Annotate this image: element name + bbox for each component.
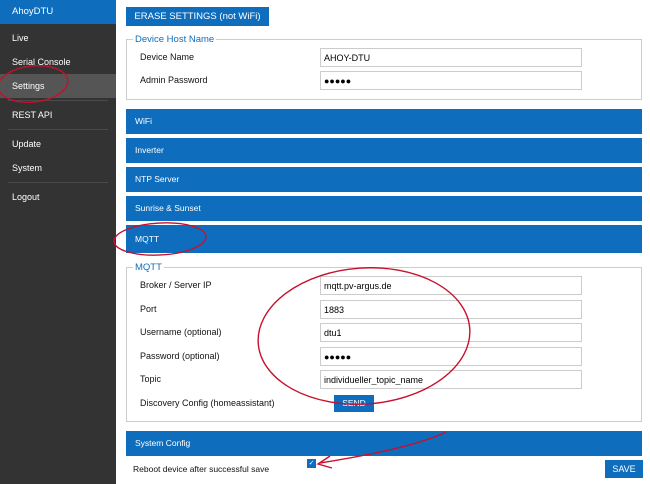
sidebar-divider: [8, 100, 108, 101]
mqtt-username-input[interactable]: [320, 323, 582, 342]
mqtt-password-label: Password (optional): [140, 351, 220, 361]
section-inverter[interactable]: Inverter: [126, 138, 642, 163]
mqtt-port-label: Port: [140, 304, 157, 314]
section-system-config[interactable]: System Config: [126, 431, 642, 456]
mqtt-username-label: Username (optional): [140, 327, 222, 337]
sidebar-item-system[interactable]: System: [0, 156, 116, 180]
mqtt-topic-input[interactable]: [320, 370, 582, 389]
erase-settings-button[interactable]: ERASE SETTINGS (not WiFi): [126, 7, 269, 26]
sidebar: AhoyDTU Live Serial Console Settings RES…: [0, 0, 116, 484]
sidebar-item-rest-api[interactable]: REST API: [0, 103, 116, 127]
main-content: ERASE SETTINGS (not WiFi) Device Host Na…: [116, 0, 650, 484]
brand-title[interactable]: AhoyDTU: [0, 0, 116, 24]
mqtt-legend: MQTT: [135, 262, 162, 273]
mqtt-port-row: Port: [140, 300, 630, 319]
sidebar-item-serial-console[interactable]: Serial Console: [0, 50, 116, 74]
sidebar-divider: [8, 129, 108, 130]
device-name-label: Device Name: [140, 52, 195, 62]
save-button[interactable]: SAVE: [605, 460, 643, 478]
mqtt-broker-input[interactable]: [320, 276, 582, 295]
section-ntp-server[interactable]: NTP Server: [126, 167, 642, 192]
reboot-label: Reboot device after successful save: [133, 464, 270, 474]
admin-password-input[interactable]: [320, 71, 582, 90]
device-name-input[interactable]: [320, 48, 582, 67]
mqtt-username-row: Username (optional): [140, 323, 630, 342]
mqtt-password-row: Password (optional): [140, 347, 630, 366]
mqtt-discovery-row: Discovery Config (homeassistant) SEND: [140, 395, 630, 414]
sidebar-item-update[interactable]: Update: [0, 132, 116, 156]
device-name-row: Device Name: [140, 48, 630, 67]
mqtt-topic-row: Topic: [140, 370, 630, 389]
section-sunrise-sunset[interactable]: Sunrise & Sunset: [126, 196, 642, 221]
device-host-legend: Device Host Name: [135, 34, 215, 45]
sidebar-item-live[interactable]: Live: [0, 26, 116, 50]
mqtt-topic-label: Topic: [140, 374, 162, 384]
mqtt-broker-label: Broker / Server IP: [140, 280, 212, 290]
sidebar-item-logout[interactable]: Logout: [0, 185, 116, 209]
mqtt-discovery-label: Discovery Config (homeassistant): [140, 398, 275, 408]
discovery-send-button[interactable]: SEND: [334, 395, 374, 412]
reboot-checkbox[interactable]: ✓: [307, 459, 316, 468]
sidebar-divider: [8, 182, 108, 183]
mqtt-port-input[interactable]: [320, 300, 582, 319]
section-mqtt[interactable]: MQTT: [126, 225, 642, 253]
admin-password-label: Admin Password: [140, 75, 208, 85]
section-wifi[interactable]: WiFi: [126, 109, 642, 134]
device-host-fieldset: Device Host Name: [126, 34, 642, 100]
mqtt-password-input[interactable]: [320, 347, 582, 366]
sidebar-item-settings[interactable]: Settings: [0, 74, 116, 98]
mqtt-broker-row: Broker / Server IP: [140, 276, 630, 295]
admin-password-row: Admin Password: [140, 71, 630, 90]
